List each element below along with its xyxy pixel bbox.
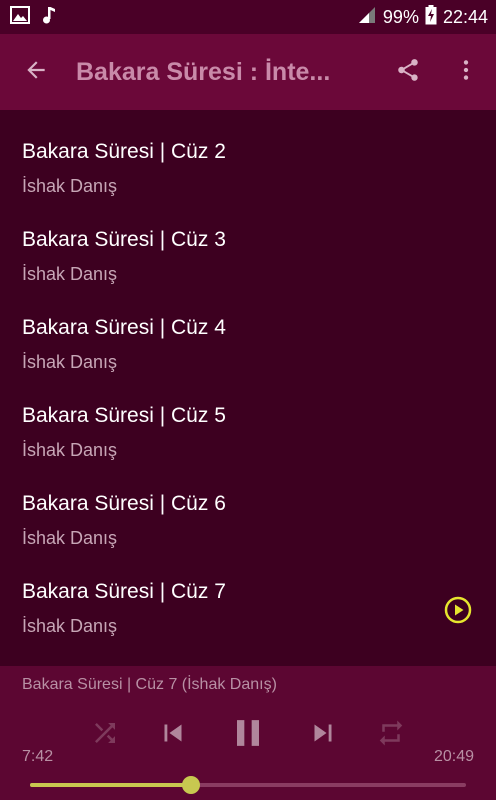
app-toolbar: Bakara Süresi : İnte... [0,34,496,110]
now-playing-label: Bakara Süresi | Cüz 7 (İshak Danış) [22,676,277,693]
page-title: Bakara Süresi : İnte... [76,57,331,86]
clock: 22:44 [442,6,488,27]
list-item[interactable]: Bakara Süresi | Cüz 2 İshak Danış [0,110,496,198]
track-artist: İshak Danış [22,176,118,196]
seek-thumb[interactable] [182,776,201,794]
track-list: Bakara Süresi | Cüz 2 İshak Danış Bakara… [0,110,496,666]
status-bar: 99% 22:44 [0,0,496,34]
elapsed-time: 7:42 [22,748,54,765]
repeat-icon [376,718,406,753]
more-vert-icon [453,57,479,88]
signal-icon [357,6,377,29]
share-button[interactable] [380,34,436,110]
repeat-button[interactable] [376,718,406,753]
list-item[interactable]: Bakara Süresi | Cüz 6 İshak Danış [0,462,496,550]
music-note-icon [42,6,56,29]
skip-previous-icon [156,716,190,755]
skip-next-icon [306,716,340,755]
list-item[interactable]: Bakara Süresi | Cüz 3 İshak Danış [0,198,496,286]
track-artist: İshak Danış [22,440,118,460]
shuffle-icon [90,718,120,753]
skip-next-button[interactable] [306,716,340,755]
back-arrow-icon [23,57,49,88]
overflow-menu-button[interactable] [436,34,496,110]
track-artist: İshak Danış [22,352,118,372]
battery-percent: 99% [382,6,419,27]
total-duration: 20:49 [433,748,474,765]
track-artist: İshak Danış [22,616,118,636]
track-title: Bakara Süresi | Cüz 7 [22,580,226,603]
back-button[interactable] [0,34,72,110]
player-controls [0,710,496,760]
track-title: Bakara Süresi | Cüz 5 [22,404,226,427]
pause-button[interactable] [226,711,270,760]
track-artist: İshak Danış [22,264,118,284]
pause-icon [226,711,270,760]
list-item[interactable]: Bakara Süresi | Cüz 7 İshak Danış [0,550,496,638]
player-panel: Bakara Süresi | Cüz 7 (İshak Danış) 7:42… [0,666,496,800]
shuffle-button[interactable] [90,718,120,753]
track-artist: İshak Danış [22,528,118,548]
list-item[interactable]: Bakara Süresi | Cüz 5 İshak Danış [0,374,496,462]
seek-progress [30,783,192,787]
battery-charging-icon [425,4,437,30]
skip-previous-button[interactable] [156,716,190,755]
status-left [10,5,56,29]
list-item[interactable]: Bakara Süresi | Cüz 4 İshak Danış [0,286,496,374]
share-icon [395,57,421,88]
status-right: 99% 22:44 [357,4,488,30]
seek-bar[interactable] [30,776,466,794]
image-icon [10,5,30,29]
track-title: Bakara Süresi | Cüz 6 [22,492,226,515]
track-title: Bakara Süresi | Cüz 2 [22,140,226,163]
play-circle-icon[interactable] [444,596,472,624]
track-title: Bakara Süresi | Cüz 4 [22,316,226,339]
track-title: Bakara Süresi | Cüz 3 [22,228,226,251]
